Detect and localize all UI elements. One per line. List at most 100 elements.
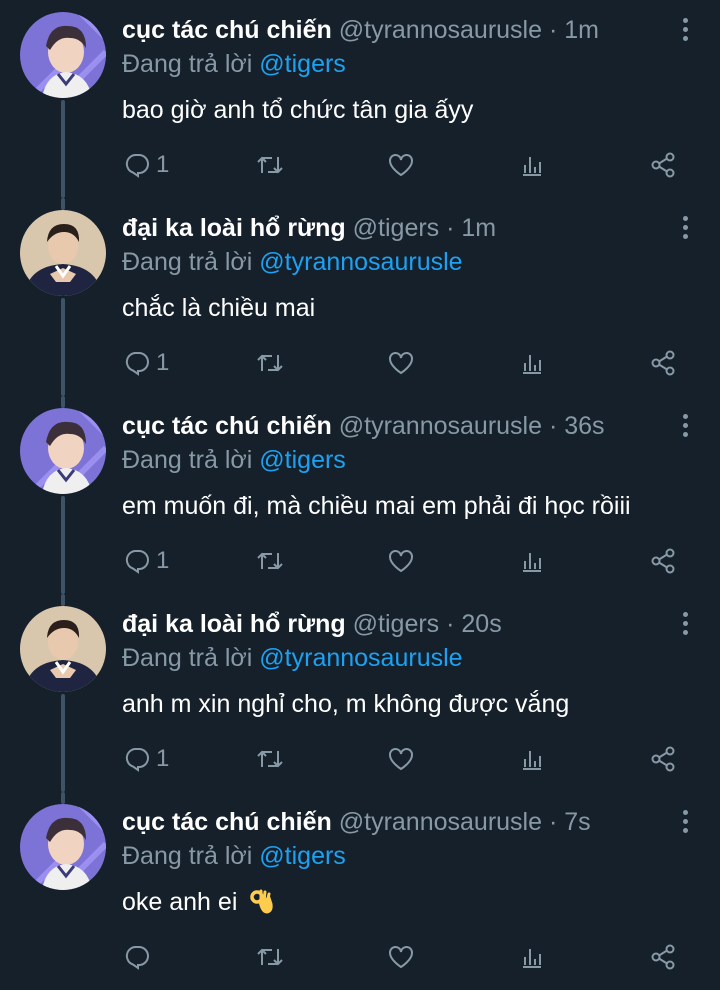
mention-link[interactable]: @tyrannosaurusle xyxy=(259,248,462,276)
analytics-button[interactable] xyxy=(520,348,544,378)
analytics-icon xyxy=(523,157,541,176)
share-icon xyxy=(651,548,675,574)
reply-icon xyxy=(125,946,149,970)
tweet[interactable]: đại ka loài hổ rừng @tigers · 20s Đang t… xyxy=(0,594,720,792)
reply-button[interactable]: 1 xyxy=(124,348,169,378)
user-handle[interactable]: @tyrannosaurusle xyxy=(339,808,542,836)
tweet-text: em muốn đi, mà chiều mai em phải đi học … xyxy=(122,492,631,520)
avatar[interactable] xyxy=(20,804,106,890)
share-button[interactable] xyxy=(650,942,676,972)
thread-line xyxy=(61,100,65,198)
user-handle[interactable]: @tigers xyxy=(353,610,440,638)
timestamp[interactable]: 36s xyxy=(564,412,604,440)
retweet-icon xyxy=(257,156,283,174)
share-button[interactable] xyxy=(650,150,676,180)
tweet-text: oke anh ei xyxy=(122,888,274,921)
display-name[interactable]: đại ka loài hổ rừng xyxy=(122,214,346,242)
heart-icon xyxy=(389,352,413,375)
retweet-button[interactable] xyxy=(256,942,284,972)
share-button[interactable] xyxy=(650,348,676,378)
tweet-actions: 1 xyxy=(0,546,720,576)
retweet-icon xyxy=(257,354,283,372)
mention-link[interactable]: @tigers xyxy=(259,446,346,474)
tweet[interactable]: cục tác chú chiến @tyrannosaurusle · 36s… xyxy=(0,396,720,594)
more-icon[interactable] xyxy=(680,612,690,638)
reply-button[interactable] xyxy=(124,942,156,972)
retweet-button[interactable] xyxy=(256,744,284,774)
reply-icon xyxy=(125,352,149,376)
analytics-icon xyxy=(523,751,541,770)
tweet[interactable]: cục tác chú chiến @tyrannosaurusle · 7s … xyxy=(0,792,720,990)
avatar[interactable] xyxy=(20,12,106,98)
avatar-beige-image xyxy=(20,210,106,296)
display-name[interactable]: cục tác chú chiến xyxy=(122,412,332,440)
reply-count: 1 xyxy=(156,547,170,574)
user-handle[interactable]: @tyrannosaurusle xyxy=(339,412,542,440)
like-button[interactable] xyxy=(388,348,414,378)
more-icon[interactable] xyxy=(680,216,690,242)
display-name[interactable]: đại ka loài hổ rừng xyxy=(122,610,346,638)
mention-link[interactable]: @tyrannosaurusle xyxy=(259,644,462,672)
replying-to: Đang trả lời @tyrannosaurusle xyxy=(122,248,463,277)
tweet-actions: 1 xyxy=(0,744,720,774)
reply-count: 1 xyxy=(156,349,170,376)
tweet-header: đại ka loài hổ rừng @tigers · 1m xyxy=(122,214,660,248)
analytics-button[interactable] xyxy=(520,942,544,972)
more-icon[interactable] xyxy=(680,414,690,440)
replying-to: Đang trả lời @tyrannosaurusle xyxy=(122,644,463,673)
mention-link[interactable]: @tigers xyxy=(259,50,346,78)
like-button[interactable] xyxy=(388,546,414,576)
display-name[interactable]: cục tác chú chiến xyxy=(122,808,332,836)
timestamp[interactable]: 7s xyxy=(564,808,590,836)
tweet[interactable]: cục tác chú chiến @tyrannosaurusle · 1m … xyxy=(0,0,720,198)
separator: · xyxy=(446,214,455,242)
mention-link[interactable]: @tigers xyxy=(259,842,346,870)
tweet-actions xyxy=(0,942,720,972)
replying-label: Đang trả lời xyxy=(122,446,253,474)
like-button[interactable] xyxy=(388,942,414,972)
reply-button[interactable]: 1 xyxy=(124,546,169,576)
timestamp[interactable]: 1m xyxy=(564,16,599,44)
tweet-text: bao giờ anh tổ chức tân gia ấyy xyxy=(122,96,474,124)
share-button[interactable] xyxy=(650,744,676,774)
like-button[interactable] xyxy=(388,150,414,180)
retweet-button[interactable] xyxy=(256,546,284,576)
reply-button[interactable]: 1 xyxy=(124,150,169,180)
retweet-icon xyxy=(257,552,283,570)
timestamp[interactable]: 20s xyxy=(461,610,501,638)
tweet-text-content: oke anh ei xyxy=(122,888,238,916)
tweet-header: cục tác chú chiến @tyrannosaurusle · 7s xyxy=(122,808,660,842)
avatar[interactable] xyxy=(20,606,106,692)
reply-icon xyxy=(125,748,149,772)
replying-label: Đang trả lời xyxy=(122,644,253,672)
thread-line xyxy=(61,198,65,210)
avatar[interactable] xyxy=(20,408,106,494)
analytics-button[interactable] xyxy=(520,744,544,774)
retweet-button[interactable] xyxy=(256,348,284,378)
replying-label: Đang trả lời xyxy=(122,50,253,78)
avatar-purple-image xyxy=(20,804,106,890)
thread-line xyxy=(61,792,65,804)
analytics-button[interactable] xyxy=(520,150,544,180)
analytics-icon xyxy=(523,949,541,968)
user-handle[interactable]: @tyrannosaurusle xyxy=(339,16,542,44)
thread-line xyxy=(61,298,65,396)
like-button[interactable] xyxy=(388,744,414,774)
more-icon[interactable] xyxy=(680,810,690,836)
tweet-text: anh m xin nghỉ cho, m không được vắng xyxy=(122,690,570,718)
timestamp[interactable]: 1m xyxy=(461,214,496,242)
reply-count: 1 xyxy=(156,151,170,178)
thread-line xyxy=(61,694,65,792)
heart-icon xyxy=(389,946,413,969)
display-name[interactable]: cục tác chú chiến xyxy=(122,16,332,44)
user-handle[interactable]: @tigers xyxy=(353,214,440,242)
reply-icon xyxy=(125,550,149,574)
more-icon[interactable] xyxy=(680,18,690,44)
share-button[interactable] xyxy=(650,546,676,576)
avatar[interactable] xyxy=(20,210,106,296)
reply-button[interactable]: 1 xyxy=(124,744,169,774)
tweet-actions: 1 xyxy=(0,150,720,180)
tweet[interactable]: đại ka loài hổ rừng @tigers · 1m Đang tr… xyxy=(0,198,720,396)
retweet-button[interactable] xyxy=(256,150,284,180)
analytics-button[interactable] xyxy=(520,546,544,576)
